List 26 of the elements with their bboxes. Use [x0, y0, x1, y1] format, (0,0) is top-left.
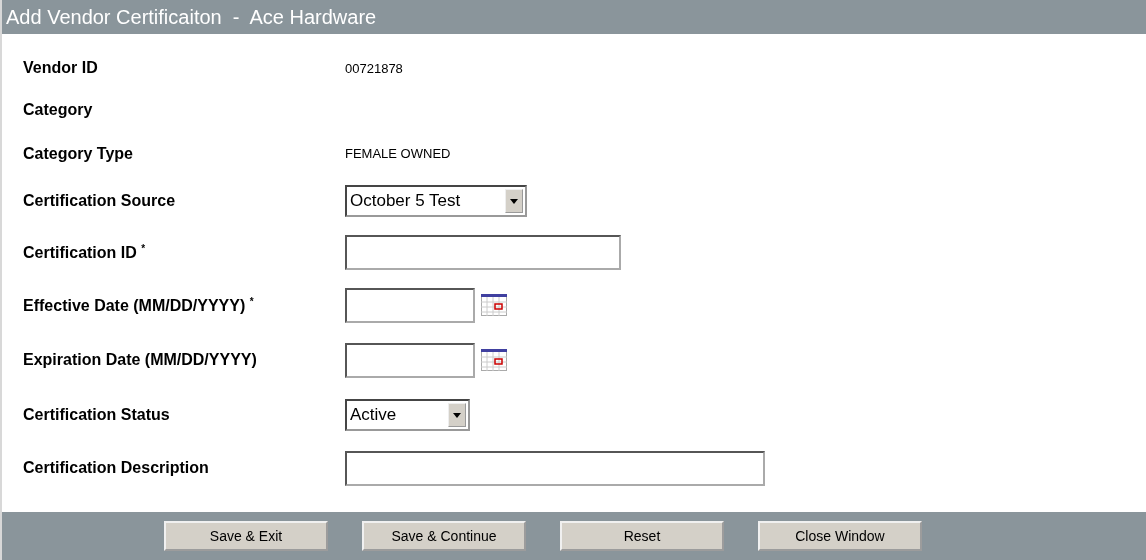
- calendar-icon[interactable]: [481, 294, 507, 316]
- field-value: FEMALE OWNED: [345, 146, 451, 161]
- input-field[interactable]: [345, 234, 621, 270]
- caret-icon: [448, 403, 466, 427]
- field-value: 00721878: [345, 60, 403, 76]
- action-button[interactable]: Save & Exit: [164, 521, 328, 551]
- caret-icon: [505, 189, 523, 213]
- window-title: Add Vendor Certificaiton - Ace Hardware: [2, 0, 1146, 34]
- field-label: Effective Date (MM/DD/YYYY) $^{*}$: [23, 295, 255, 315]
- calendar-icon[interactable]: [481, 349, 507, 371]
- field-label: Certification Description: [23, 459, 210, 477]
- field-label: Certification Status: [23, 406, 171, 424]
- action-button[interactable]: Reset: [560, 521, 724, 551]
- date-field[interactable]: [345, 342, 475, 378]
- field-label: Expiration Date (MM/DD/YYYY): [23, 351, 258, 369]
- input-field[interactable]: [345, 450, 765, 486]
- dropdown[interactable]: Active: [345, 399, 470, 431]
- dropdown[interactable]: October 5 Test: [345, 185, 527, 217]
- field-label: Vendor ID: [23, 59, 99, 77]
- field-label: Category Type: [23, 144, 134, 163]
- action-button[interactable]: Close Window: [758, 521, 922, 551]
- field-label: Category: [23, 100, 94, 119]
- field-label: Certification Source: [23, 192, 177, 210]
- action-button[interactable]: Save & Continue: [362, 521, 526, 551]
- date-field[interactable]: [345, 287, 475, 323]
- field-label: Certification ID $^{*}$: [23, 242, 147, 262]
